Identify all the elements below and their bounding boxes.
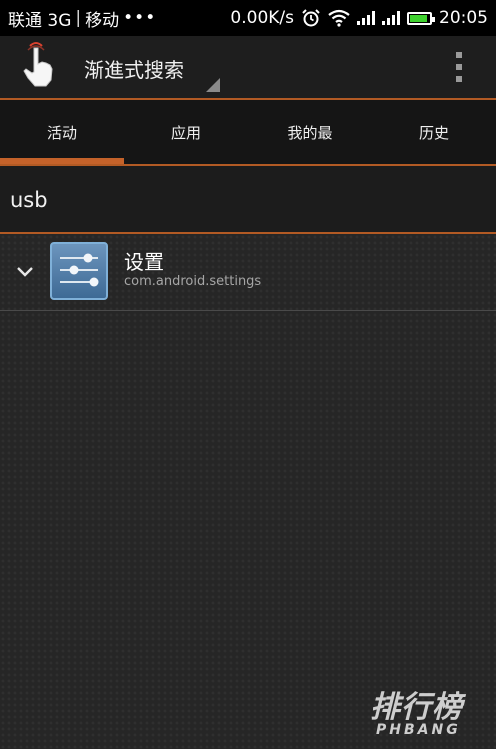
wifi-icon <box>328 9 350 27</box>
divider <box>0 310 496 311</box>
watermark-logo-text: 排行榜 <box>370 690 463 725</box>
watermark-logo-subtext: PHBANG <box>376 722 461 738</box>
tab-apps[interactable]: 应用 <box>124 100 248 164</box>
overflow-menu-icon[interactable] <box>452 52 466 82</box>
signal-icon <box>357 11 375 25</box>
result-package-name: com.android.settings <box>124 274 262 289</box>
tab-label: 我的最 <box>287 123 333 142</box>
settings-sliders-icon <box>50 242 108 300</box>
tab-history[interactable]: 历史 <box>372 100 496 164</box>
search-accent <box>0 232 496 234</box>
carrier-label-2: 移动 <box>85 10 120 31</box>
tab-label: 历史 <box>418 123 449 142</box>
result-title: 设置 <box>124 250 164 274</box>
tab-activity[interactable]: 活动 <box>0 100 124 164</box>
battery-icon <box>407 11 435 25</box>
notification-dots: ••• <box>123 8 157 28</box>
chevron-down-icon[interactable] <box>16 266 34 278</box>
app-title[interactable]: 渐進式搜索 <box>84 54 184 83</box>
list-item[interactable]: 设置 com.android.settings <box>0 236 496 310</box>
tab-bar: 活动 应用 我的最 历史 <box>0 100 496 164</box>
search-input[interactable]: usb <box>0 166 496 232</box>
tab-label: 应用 <box>170 123 201 142</box>
status-bar: 联通 3G | 移动 ••• 0.00K/s 20:05 <box>0 0 496 36</box>
tab-label: 活动 <box>46 123 77 142</box>
action-bar: 渐進式搜索 <box>0 36 496 98</box>
watermark: 排行榜 PHBANG <box>370 682 463 738</box>
signal-icon <box>382 11 400 25</box>
carrier-label: 联通 3G <box>8 10 72 31</box>
search-query-text[interactable]: usb <box>10 188 48 212</box>
alarm-icon <box>302 9 320 27</box>
network-speed: 0.00K/s <box>230 8 294 28</box>
spinner-triangle-icon[interactable] <box>206 78 220 92</box>
carrier-separator: | <box>75 8 82 28</box>
clock: 20:05 <box>439 8 488 28</box>
tab-favorites[interactable]: 我的最 <box>248 100 372 164</box>
hand-pointer-icon[interactable] <box>18 42 58 90</box>
